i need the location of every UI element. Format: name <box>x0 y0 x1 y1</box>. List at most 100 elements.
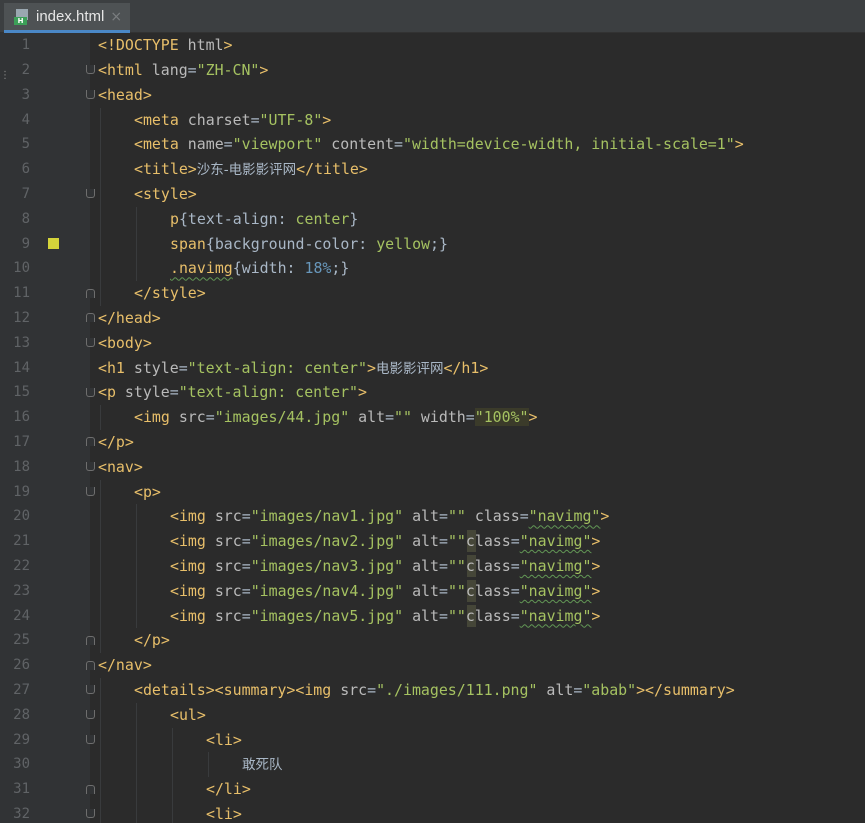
code-text[interactable]: <img src="images/nav2.jpg" alt=""class="… <box>170 529 600 554</box>
code-token: = <box>438 507 448 526</box>
code-token: > <box>528 408 538 427</box>
code-line[interactable]: 16 <img src="images/44.jpg" alt="" width=… <box>0 405 865 430</box>
fold-toggle-icon[interactable] <box>86 660 95 670</box>
fold-toggle-icon[interactable] <box>86 685 95 695</box>
line-number: 1 <box>21 37 30 54</box>
code-text[interactable]: <img src="images/nav5.jpg" alt=""class="… <box>170 604 600 629</box>
code-line[interactable]: 5 <meta name="viewport" content="width=de… <box>0 132 865 158</box>
indent-guide <box>136 702 137 728</box>
code-text[interactable]: <style> <box>134 182 197 207</box>
indent-guide <box>100 554 101 579</box>
code-line[interactable]: 18 <nav> <box>0 455 865 480</box>
code-text[interactable]: <img src="images/nav4.jpg" alt=""class="… <box>170 579 600 604</box>
code-text[interactable]: <img src="images/nav3.jpg" alt=""class="… <box>170 554 600 579</box>
code-text[interactable]: <details><summary><img src="./images/111… <box>134 678 735 703</box>
code-token: style <box>124 383 170 402</box>
code-line[interactable]: 22 <img src="images/nav3.jpg" alt=""class… <box>0 554 865 579</box>
code-text[interactable]: </style> <box>134 281 206 306</box>
code-text[interactable]: <li> <box>206 802 242 823</box>
code-token: <img <box>170 606 215 625</box>
tab-index-html[interactable]: H index.html × <box>4 3 131 33</box>
code-line[interactable]: 8 p{text-align: center} <box>0 206 865 232</box>
code-line[interactable]: 28 <ul> <box>0 702 865 728</box>
indent-guide <box>100 132 101 158</box>
code-token: {text-align: <box>178 209 296 228</box>
code-line[interactable]: 6 <title>沙东-电影影评网</title> <box>0 157 865 182</box>
code-line[interactable]: 7 <style> <box>0 182 865 207</box>
fold-toggle-icon[interactable] <box>86 288 95 298</box>
code-line[interactable]: 32 <li> <box>0 802 865 823</box>
code-line[interactable]: 1 <!DOCTYPE html> <box>0 33 865 58</box>
code-text[interactable]: .navimg{width: 18%;} <box>170 256 349 281</box>
fold-toggle-icon[interactable] <box>86 734 95 744</box>
fold-toggle-icon[interactable] <box>86 65 95 75</box>
code-text[interactable]: </p> <box>98 430 134 455</box>
code-text[interactable]: <ul> <box>170 703 206 728</box>
fold-toggle-icon[interactable] <box>86 437 95 447</box>
code-text[interactable]: <!DOCTYPE html> <box>98 33 233 58</box>
code-line[interactable]: 24 <img src="images/nav5.jpg" alt=""class… <box>0 603 865 629</box>
code-text[interactable]: <head> <box>98 83 152 108</box>
code-token: "UTF-8" <box>259 110 323 129</box>
code-text[interactable]: 敢死队 <box>242 752 283 778</box>
code-line[interactable]: 12 </head> <box>0 306 865 331</box>
fold-toggle-icon[interactable] <box>86 809 95 819</box>
code-line[interactable]: 17 </p> <box>0 430 865 455</box>
code-line[interactable]: 10 .navimg{width: 18%;} <box>0 256 865 282</box>
code-line[interactable]: 11 </style> <box>0 281 865 306</box>
code-line[interactable]: 4 <meta charset="UTF-8"> <box>0 107 865 133</box>
fold-toggle-icon[interactable] <box>86 387 95 397</box>
code-token: "width=device-width, initial-scale=1" <box>403 135 735 154</box>
fold-toggle-icon[interactable] <box>86 462 95 472</box>
code-line[interactable]: 20 <img src="images/nav1.jpg" alt="" clas… <box>0 504 865 530</box>
code-line[interactable]: 26 </nav> <box>0 653 865 678</box>
fold-toggle-icon[interactable] <box>86 635 95 645</box>
code-line[interactable]: 9 span{background-color: yellow;} <box>0 231 865 257</box>
code-text[interactable]: <h1 style="text-align: center">电影影评网</h1… <box>98 356 488 382</box>
code-text[interactable]: <body> <box>98 331 152 356</box>
fold-toggle-icon[interactable] <box>86 486 95 496</box>
code-token: </head> <box>98 309 161 327</box>
code-text[interactable]: </li> <box>206 777 251 802</box>
code-line[interactable]: 15 <p style="text-align: center"> <box>0 380 865 405</box>
code-text[interactable]: <img src="images/nav1.jpg" alt="" class=… <box>170 504 609 529</box>
code-text[interactable]: </head> <box>98 306 161 331</box>
code-token: = <box>438 557 448 575</box>
code-text[interactable]: <li> <box>206 728 242 753</box>
line-number: 18 <box>13 458 30 475</box>
code-token: <!DOCTYPE <box>98 36 188 55</box>
code-line[interactable]: 30 敢死队 <box>0 752 865 778</box>
code-line[interactable]: 29 <li> <box>0 727 865 753</box>
fold-toggle-icon[interactable] <box>86 90 95 100</box>
code-text[interactable]: p{text-align: center} <box>170 207 358 232</box>
code-text[interactable]: <meta name="viewport" content="width=dev… <box>134 132 744 157</box>
code-text[interactable]: <nav> <box>98 455 143 480</box>
indent-guide <box>100 727 101 753</box>
code-line[interactable]: 21 <img src="images/nav2.jpg" alt=""class… <box>0 529 865 554</box>
code-line[interactable]: 13 <body> <box>0 331 865 356</box>
fold-toggle-icon[interactable] <box>86 784 95 794</box>
fold-toggle-icon[interactable] <box>86 313 95 323</box>
code-text[interactable]: <title>沙东-电影影评网</title> <box>134 157 368 183</box>
code-line[interactable]: 14 <h1 style="text-align: center">电影影评网</… <box>0 356 865 381</box>
code-text[interactable]: <p> <box>134 480 161 505</box>
close-icon[interactable]: × <box>110 7 122 27</box>
code-text[interactable]: </nav> <box>98 653 152 678</box>
code-line[interactable]: 25 </p> <box>0 628 865 654</box>
code-line[interactable]: 2 <html lang="ZH-CN"> <box>0 58 865 83</box>
code-line[interactable]: 31 </li> <box>0 777 865 802</box>
fold-toggle-icon[interactable] <box>86 338 95 348</box>
code-line[interactable]: 3 <head> <box>0 83 865 108</box>
code-line[interactable]: 27 <details><summary><img src="./images/1… <box>0 678 865 703</box>
code-line[interactable]: 19 <p> <box>0 479 865 505</box>
code-text[interactable]: </p> <box>134 628 170 653</box>
code-line[interactable]: 23 <img src="images/nav4.jpg" alt=""class… <box>0 578 865 604</box>
code-text[interactable]: <meta charset="UTF-8"> <box>134 108 331 133</box>
fold-toggle-icon[interactable] <box>86 710 95 720</box>
code-text[interactable]: <html lang="ZH-CN"> <box>98 58 268 83</box>
indent-guide <box>136 603 137 629</box>
fold-toggle-icon[interactable] <box>86 189 95 199</box>
code-text[interactable]: <img src="images/44.jpg" alt="" width="1… <box>134 405 538 430</box>
code-text[interactable]: <p style="text-align: center"> <box>98 380 367 405</box>
code-text[interactable]: span{background-color: yellow;} <box>170 232 448 257</box>
